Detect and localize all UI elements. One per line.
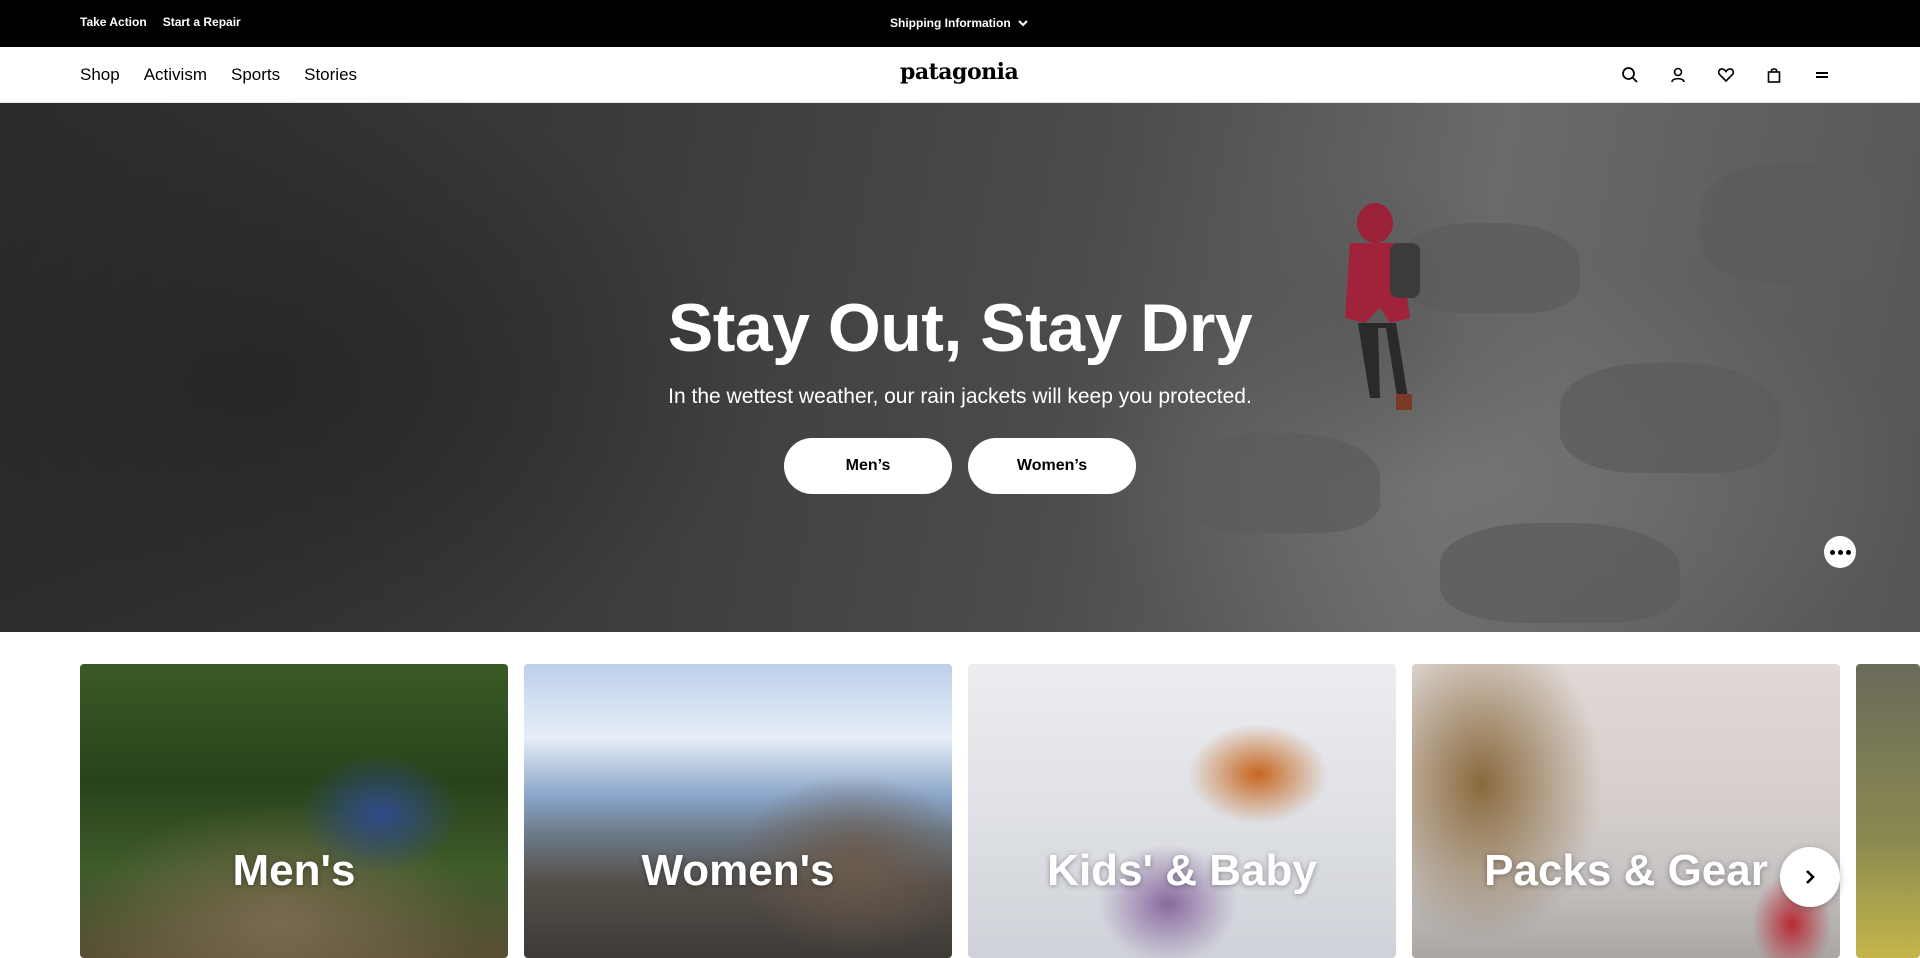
patagonia-logo[interactable]: patagonia — [900, 59, 1019, 85]
hero-rock — [1700, 163, 1900, 283]
menu-icon[interactable] — [1812, 65, 1832, 85]
chevron-right-icon — [1806, 870, 1815, 884]
category-card-next-partial[interactable] — [1856, 664, 1920, 958]
nav-sports[interactable]: Sports — [231, 65, 280, 85]
primary-nav-links: Shop Activism Sports Stories — [80, 65, 357, 85]
category-label: Packs & Gear — [1484, 846, 1768, 895]
nav-stories[interactable]: Stories — [304, 65, 357, 85]
category-label: Men's — [232, 846, 356, 895]
bag-icon[interactable] — [1764, 65, 1784, 85]
utility-bar: Take Action Start a Repair Shipping Info… — [0, 0, 1920, 47]
category-card-womens[interactable]: Women's — [524, 664, 952, 958]
wishlist-icon[interactable] — [1716, 65, 1736, 85]
hero-subtitle: In the wettest weather, our rain jackets… — [668, 385, 1252, 408]
account-icon[interactable] — [1668, 65, 1688, 85]
hero-buttons: Men’s Women’s — [784, 438, 1136, 494]
hero-banner: Stay Out, Stay Dry In the wettest weathe… — [0, 103, 1920, 632]
category-card-kids-baby[interactable]: Kids' & Baby — [968, 664, 1396, 958]
hero-rock — [1440, 523, 1680, 623]
hero-rock — [1560, 363, 1780, 473]
nav-activism[interactable]: Activism — [144, 65, 207, 85]
shop-mens-button[interactable]: Men’s — [784, 438, 952, 494]
category-carousel: Men's Women's Kids' & Baby Packs & Gear — [0, 664, 1920, 958]
shipping-info-toggle[interactable]: Shipping Information — [890, 16, 1029, 30]
search-icon[interactable] — [1620, 65, 1640, 85]
chevron-down-icon — [1017, 20, 1028, 27]
shipping-info-label: Shipping Information — [890, 16, 1011, 30]
hero-rock — [1180, 433, 1380, 533]
hero-title: Stay Out, Stay Dry — [667, 290, 1253, 366]
category-card-mens[interactable]: Men's — [80, 664, 508, 958]
utility-links: Take Action Start a Repair — [80, 15, 241, 29]
shop-womens-button[interactable]: Women’s — [968, 438, 1136, 494]
main-nav: Shop Activism Sports Stories patagonia — [0, 47, 1920, 103]
nav-icons — [1620, 65, 1832, 85]
nav-shop[interactable]: Shop — [80, 65, 120, 85]
take-action-link[interactable]: Take Action — [80, 15, 147, 29]
category-label: Kids' & Baby — [1047, 846, 1317, 895]
start-repair-link[interactable]: Start a Repair — [163, 15, 241, 29]
category-card-packs-gear[interactable]: Packs & Gear — [1412, 664, 1840, 958]
carousel-next-button[interactable] — [1780, 847, 1840, 907]
category-label: Women's — [641, 846, 835, 895]
chat-icon[interactable] — [1824, 536, 1856, 568]
